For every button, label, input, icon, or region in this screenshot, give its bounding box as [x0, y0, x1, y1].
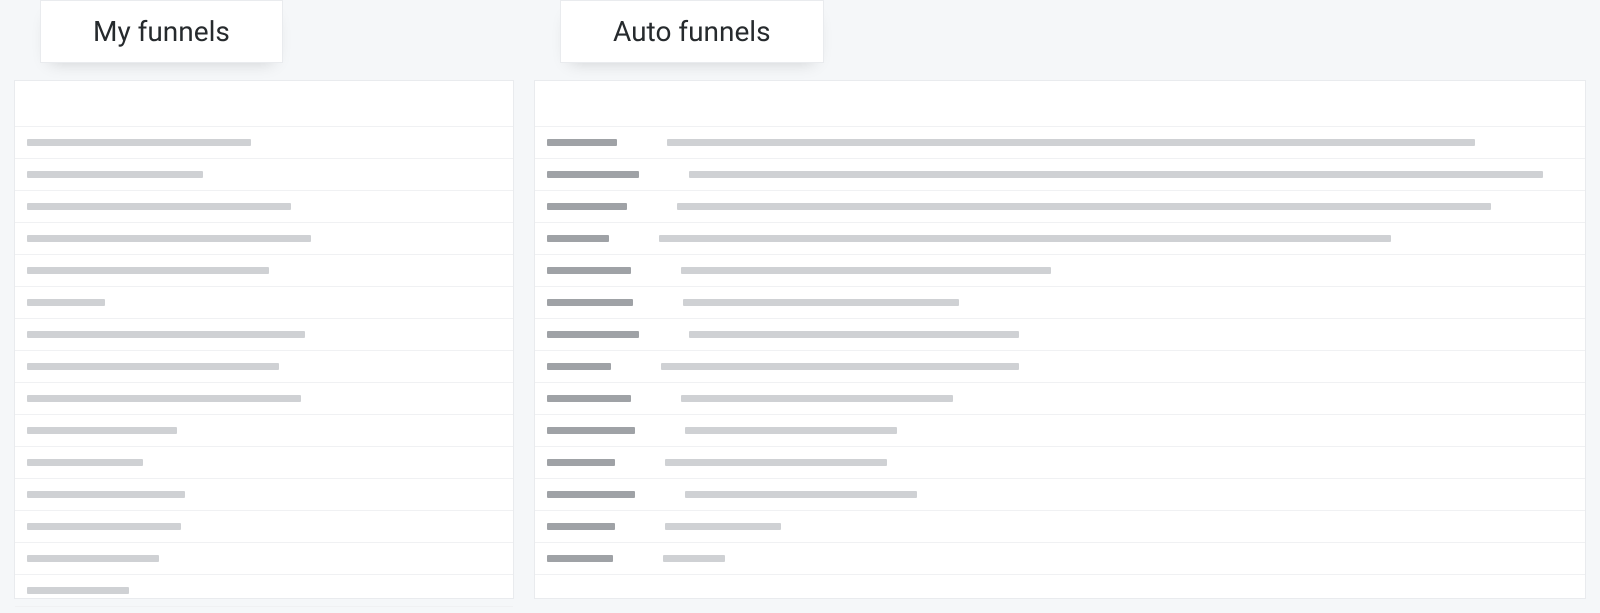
skeleton-bar	[27, 363, 279, 370]
list-item[interactable]	[15, 383, 513, 415]
skeleton-bar-primary	[547, 267, 631, 274]
tab-my-funnels[interactable]: My funnels	[40, 0, 283, 63]
skeleton-bar-primary	[547, 235, 609, 242]
dashboard-columns: My funnels Auto funnels	[0, 0, 1600, 613]
skeleton-bar	[27, 331, 305, 338]
tab-auto-funnels-label: Auto funnels	[613, 15, 771, 48]
skeleton-bar-secondary	[663, 555, 725, 562]
skeleton-bar-secondary	[665, 523, 781, 530]
skeleton-bar-primary	[547, 523, 615, 530]
skeleton-bar-secondary	[667, 139, 1475, 146]
list-item[interactable]	[535, 287, 1585, 319]
skeleton-bar-primary	[547, 555, 613, 562]
skeleton-bar-secondary	[685, 491, 917, 498]
list-item[interactable]	[15, 511, 513, 543]
skeleton-bar	[27, 171, 203, 178]
skeleton-bar	[27, 299, 105, 306]
panel-auto-funnels-body	[534, 80, 1586, 599]
skeleton-bar-primary	[547, 331, 639, 338]
panel-auto-funnels: Auto funnels	[534, 0, 1586, 599]
skeleton-bar-secondary	[685, 427, 897, 434]
panel-my-funnels-body	[14, 80, 514, 599]
list-item[interactable]	[15, 159, 513, 191]
skeleton-bar-primary	[547, 171, 639, 178]
skeleton-bar	[27, 459, 143, 466]
list-item[interactable]	[535, 255, 1585, 287]
panel-auto-funnels-header	[535, 81, 1585, 127]
list-item[interactable]	[535, 479, 1585, 511]
panel-my-funnels: My funnels	[14, 0, 514, 599]
list-item[interactable]	[535, 543, 1585, 575]
skeleton-bar-primary	[547, 363, 611, 370]
skeleton-bar-primary	[547, 139, 617, 146]
list-item[interactable]	[15, 543, 513, 575]
list-item[interactable]	[15, 223, 513, 255]
list-item[interactable]	[15, 287, 513, 319]
skeleton-bar	[27, 427, 177, 434]
skeleton-bar-secondary	[689, 331, 1019, 338]
skeleton-bar	[27, 395, 301, 402]
list-item[interactable]	[535, 319, 1585, 351]
skeleton-bar	[27, 235, 311, 242]
skeleton-bar-secondary	[683, 299, 959, 306]
skeleton-bar	[27, 555, 159, 562]
skeleton-bar	[27, 587, 129, 594]
list-item[interactable]	[535, 447, 1585, 479]
skeleton-bar-secondary	[677, 203, 1491, 210]
skeleton-bar	[27, 203, 291, 210]
list-item[interactable]	[15, 127, 513, 159]
skeleton-bar-primary	[547, 299, 633, 306]
list-item[interactable]	[535, 159, 1585, 191]
skeleton-bar	[27, 491, 185, 498]
list-item[interactable]	[535, 191, 1585, 223]
list-item[interactable]	[535, 223, 1585, 255]
list-item[interactable]	[15, 447, 513, 479]
skeleton-bar-secondary	[681, 395, 953, 402]
list-item[interactable]	[15, 351, 513, 383]
list-item[interactable]	[535, 127, 1585, 159]
list-item[interactable]	[535, 415, 1585, 447]
list-item[interactable]	[15, 575, 513, 607]
list-item[interactable]	[15, 319, 513, 351]
list-item[interactable]	[535, 351, 1585, 383]
skeleton-bar	[27, 139, 251, 146]
skeleton-bar-secondary	[665, 459, 887, 466]
skeleton-bar-secondary	[661, 363, 1019, 370]
list-item[interactable]	[15, 191, 513, 223]
skeleton-bar	[27, 523, 181, 530]
skeleton-bar-primary	[547, 459, 615, 466]
skeleton-bar-primary	[547, 395, 631, 402]
list-item[interactable]	[535, 511, 1585, 543]
panel-my-funnels-header	[15, 81, 513, 127]
skeleton-bar-primary	[547, 427, 635, 434]
skeleton-bar	[27, 267, 269, 274]
skeleton-bar-primary	[547, 203, 627, 210]
list-item[interactable]	[535, 383, 1585, 415]
list-item[interactable]	[15, 415, 513, 447]
skeleton-bar-secondary	[659, 235, 1391, 242]
tab-auto-funnels[interactable]: Auto funnels	[560, 0, 824, 63]
skeleton-bar-secondary	[681, 267, 1051, 274]
list-item[interactable]	[15, 255, 513, 287]
skeleton-bar-primary	[547, 491, 635, 498]
tab-my-funnels-label: My funnels	[93, 15, 230, 48]
skeleton-bar-secondary	[689, 171, 1543, 178]
list-item[interactable]	[15, 479, 513, 511]
